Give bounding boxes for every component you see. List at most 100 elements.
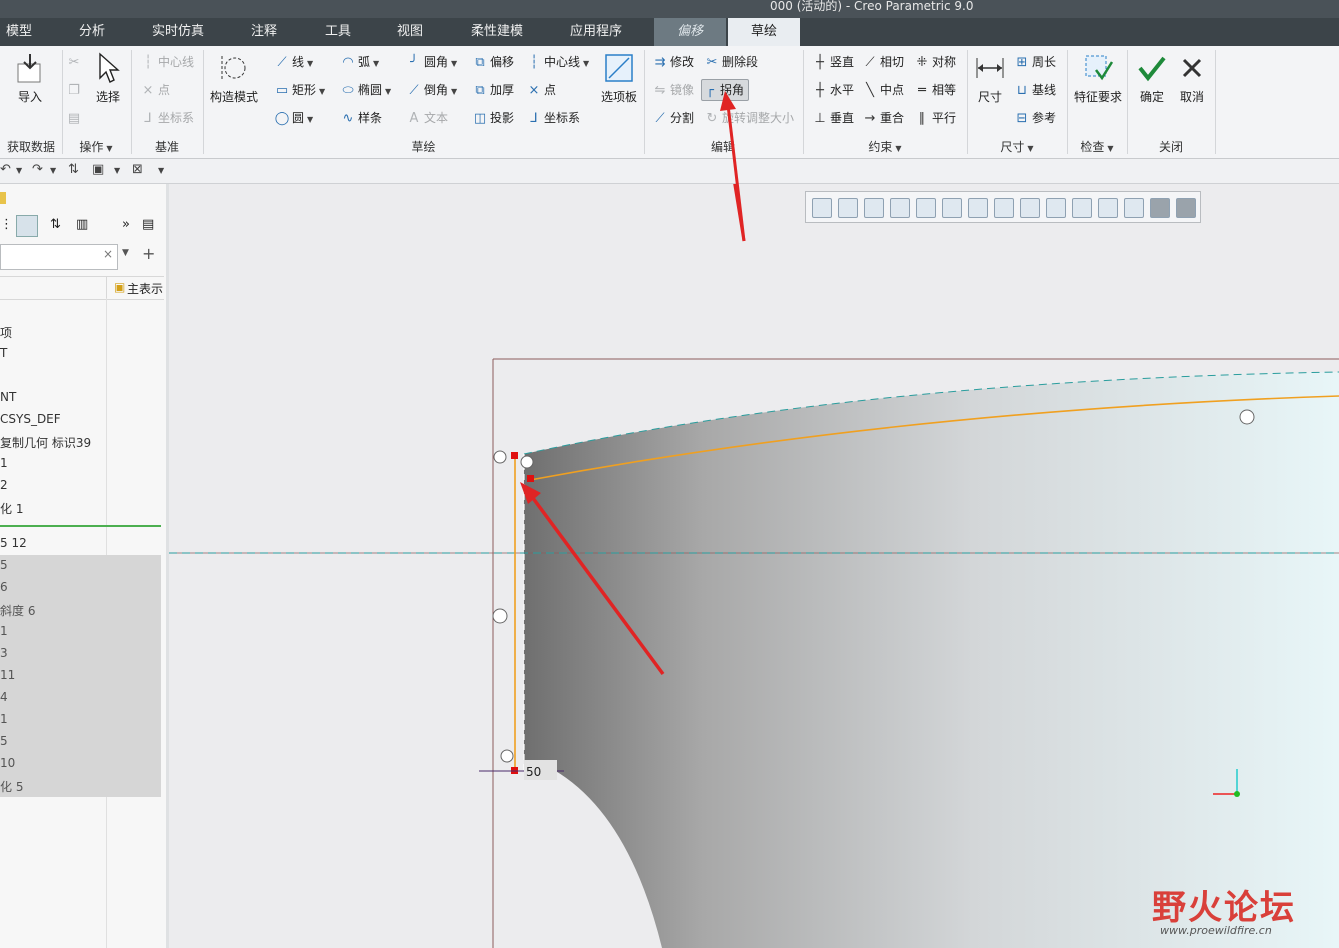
project-button[interactable]: ◫ 投影 (472, 108, 514, 128)
constraint-icon[interactable] (493, 450, 507, 464)
tab-applications[interactable]: 应用程序 (556, 18, 636, 46)
constraint-icon[interactable] (500, 749, 514, 763)
datum-centerline-button[interactable]: ┆ 中心线 (140, 52, 194, 72)
symmetric-constraint-button[interactable]: ⁜ 对称 (914, 52, 956, 72)
zoom-out-icon[interactable] (864, 198, 884, 218)
equal-constraint-button[interactable]: ═ 相等 (914, 80, 956, 100)
tree-item[interactable]: 5 (0, 558, 8, 572)
undo-dropdown-icon[interactable]: ▼ (16, 166, 22, 175)
thicken-button[interactable]: ⧉ 加厚 (472, 80, 514, 100)
copy-button[interactable]: ❐ (66, 80, 84, 100)
reference-button[interactable]: ⊟ 参考 (1014, 108, 1056, 128)
delete-segment-button[interactable]: ✂ 删除段 (704, 52, 758, 72)
tangent-constraint-icon[interactable] (1239, 409, 1255, 425)
display-style-icon[interactable] (916, 198, 936, 218)
tree-item[interactable]: NT (0, 390, 16, 404)
more-icon[interactable]: » (122, 217, 130, 232)
annotation-display-icon[interactable] (1098, 198, 1118, 218)
tree-item[interactable]: 3 (0, 646, 8, 660)
regenerate-icon[interactable]: ⇅ (68, 162, 79, 177)
tab-sketch[interactable]: 草绘 (728, 18, 800, 46)
customize-dropdown-icon[interactable]: ▼ (158, 166, 164, 175)
horizontal-constraint-button[interactable]: ┼ 水平 (812, 80, 854, 100)
tab-tools[interactable]: 工具 (308, 18, 368, 46)
windows-dropdown-icon[interactable]: ▼ (114, 166, 120, 175)
zoom-in-icon[interactable] (838, 198, 858, 218)
view-manager-icon[interactable] (968, 198, 988, 218)
clear-icon[interactable]: × (103, 247, 113, 261)
fillet-button[interactable]: ╯ 圆角 ▼ (406, 52, 457, 72)
circle-button[interactable]: ◯ 圆 ▼ (274, 108, 313, 128)
graphics-window[interactable]: 50 (169, 184, 1339, 948)
tab-simulation[interactable]: 实时仿真 (140, 18, 216, 46)
tree-item[interactable]: 项 (0, 324, 12, 341)
redo-dropdown-icon[interactable]: ▼ (50, 166, 56, 175)
tree-item[interactable]: 5 (0, 734, 8, 748)
text-button[interactable]: A 文本 (406, 108, 448, 128)
offset-button[interactable]: ⧉ 偏移 (472, 52, 514, 72)
tree-item[interactable]: 斜度 6 (0, 602, 35, 619)
tree-item[interactable]: 2 (0, 478, 8, 492)
model-tree-icon[interactable] (16, 215, 38, 237)
redo-icon[interactable]: ↷ (32, 162, 43, 177)
perimeter-button[interactable]: ⊞ 周长 (1014, 52, 1056, 72)
palette-button[interactable]: 选项板 (598, 52, 640, 105)
datum-csys-button[interactable]: ⅃ 坐标系 (140, 108, 194, 128)
tree-item[interactable]: 11 (0, 668, 15, 682)
repaint-icon[interactable] (890, 198, 910, 218)
search-input[interactable]: × (0, 244, 118, 270)
tree-item[interactable]: 1 (0, 712, 8, 726)
datum-point-button[interactable]: × 点 (140, 80, 170, 100)
select-button[interactable]: 选择 (90, 52, 126, 105)
section-icon[interactable] (1046, 198, 1066, 218)
import-button[interactable]: 导入 (6, 52, 54, 105)
sketch-canvas[interactable]: 50 (169, 184, 1339, 948)
cut-button[interactable]: ✂ (66, 52, 84, 72)
tree-item[interactable]: 4 (0, 690, 8, 704)
midpoint-constraint-button[interactable]: ╲ 中点 (862, 80, 904, 100)
sketch-endpoint[interactable] (511, 452, 518, 459)
dimension-value[interactable]: 50 (526, 765, 541, 779)
tangent-constraint-button[interactable]: ⟋ 相切 (862, 52, 904, 72)
saved-orientations-icon[interactable] (942, 198, 962, 218)
constraint-display-icon[interactable] (1176, 198, 1196, 218)
tree-item[interactable]: 5 12 (0, 536, 27, 550)
arc-button[interactable]: ◠ 弧 ▼ (340, 52, 379, 72)
coincident-constraint-button[interactable]: → 重合 (862, 108, 904, 128)
sketch-view-icon[interactable] (1124, 198, 1144, 218)
baseline-button[interactable]: ⊔ 基线 (1014, 80, 1056, 100)
perpendicular-constraint-button[interactable]: ⊥ 垂直 (812, 108, 854, 128)
cancel-button[interactable]: 取消 (1174, 52, 1210, 105)
mirror-button[interactable]: ⇋ 镜像 (652, 80, 694, 100)
spline-button[interactable]: ∿ 样条 (340, 108, 382, 128)
windows-icon[interactable]: ▣ (92, 162, 104, 177)
tree-item[interactable]: 化 5 (0, 778, 23, 795)
tab-offset[interactable]: 偏移 (654, 18, 726, 46)
tangent-constraint-icon[interactable] (492, 608, 508, 624)
csys-button[interactable]: ⅃ 坐标系 (526, 108, 580, 128)
tree-item[interactable]: T (0, 346, 7, 360)
group-operations[interactable]: 操作 ▼ (62, 138, 130, 155)
tree-filter-icon[interactable]: ⇅ (50, 217, 61, 232)
tab-view[interactable]: 视图 (380, 18, 440, 46)
tree-item[interactable]: 1 (0, 624, 8, 638)
refit-icon[interactable] (812, 198, 832, 218)
tab-annotate[interactable]: 注释 (234, 18, 294, 46)
modify-button[interactable]: ⇉ 修改 (652, 52, 694, 72)
perspective-icon[interactable] (994, 198, 1014, 218)
undo-icon[interactable]: ↶ (0, 162, 11, 177)
chamfer-button[interactable]: ⟋ 倒角 ▼ (406, 80, 457, 100)
tab-model[interactable]: 模型 (0, 18, 38, 46)
datum-display-icon[interactable] (1072, 198, 1092, 218)
rectangle-button[interactable]: ▭ 矩形 ▼ (274, 80, 325, 100)
tab-flexible-modeling[interactable]: 柔性建模 (454, 18, 540, 46)
ok-button[interactable]: 确定 (1134, 52, 1170, 105)
centerline-button[interactable]: ┆ 中心线 ▼ (526, 52, 589, 72)
construction-mode-button[interactable]: 构造模式 (208, 52, 260, 105)
notes-icon[interactable]: ▤ (142, 217, 154, 232)
parallel-constraint-button[interactable]: ∥ 平行 (914, 108, 956, 128)
point-button[interactable]: × 点 (526, 80, 556, 100)
paste-button[interactable]: ▤ (66, 108, 84, 128)
close-window-icon[interactable]: ⊠ (132, 162, 143, 177)
tree-columns-icon[interactable]: ▥ (76, 217, 88, 232)
